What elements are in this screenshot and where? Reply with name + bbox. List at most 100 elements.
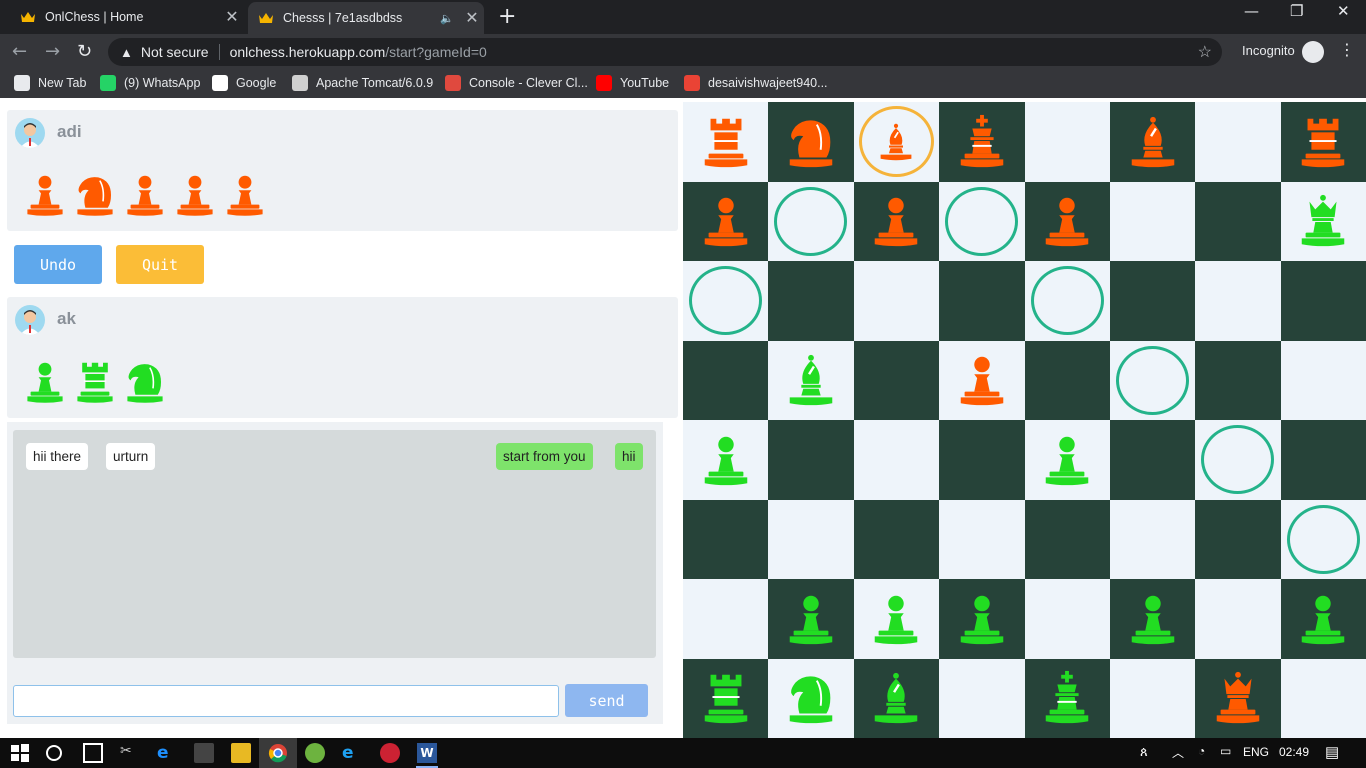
quit-button[interactable]: Quit [116, 245, 204, 284]
green-pawn-icon[interactable] [1038, 429, 1096, 491]
board-square[interactable] [1195, 261, 1281, 341]
green-bishop-icon[interactable] [867, 667, 925, 729]
board-square[interactable] [683, 261, 769, 341]
green-pawn-icon[interactable] [953, 588, 1011, 650]
board-square[interactable] [768, 102, 854, 182]
chevron-up-icon[interactable]: ︿ [1172, 744, 1184, 761]
green-bishop-icon[interactable] [782, 349, 840, 411]
close-tab-icon[interactable]: ✕ [220, 7, 244, 27]
undo-button[interactable]: Undo [14, 245, 102, 284]
move-hint-ring[interactable] [1286, 504, 1360, 574]
orange-king-icon[interactable] [953, 111, 1011, 173]
board-square[interactable] [683, 181, 769, 261]
board-square[interactable] [768, 181, 854, 261]
board-square[interactable] [683, 102, 769, 182]
orange-knight-icon[interactable] [782, 111, 840, 173]
board-square[interactable] [768, 261, 854, 341]
reload-icon[interactable]: ↻ [77, 41, 92, 62]
orange-pawn-icon[interactable] [1038, 190, 1096, 252]
edge-icon[interactable]: e [157, 743, 177, 763]
internet-explorer-icon[interactable]: e [342, 743, 362, 763]
board-square[interactable] [1280, 261, 1366, 341]
bookmark-newtab[interactable]: New Tab [14, 75, 86, 91]
orange-pawn-icon[interactable] [867, 190, 925, 252]
board-square[interactable] [1195, 420, 1281, 500]
board-square[interactable] [939, 420, 1025, 500]
board-square[interactable] [939, 181, 1025, 261]
board-square[interactable] [683, 499, 769, 579]
board-square[interactable] [683, 420, 769, 500]
board-square[interactable] [1280, 181, 1366, 261]
board-square[interactable] [939, 102, 1025, 182]
snipping-tool-icon[interactable]: ✂ [120, 743, 140, 763]
incognito-icon[interactable] [1302, 41, 1324, 63]
wifi-icon[interactable]: ◔ [1198, 744, 1205, 758]
bookmark-star-icon[interactable]: ☆ [1198, 42, 1212, 62]
spring-tool-icon[interactable] [305, 743, 325, 763]
board-square[interactable] [853, 658, 940, 738]
board-square[interactable] [939, 658, 1025, 738]
board-square[interactable] [853, 420, 940, 500]
move-hint-ring[interactable] [1201, 425, 1275, 494]
move-hint-ring[interactable] [689, 266, 762, 335]
orange-bishop-icon[interactable] [1124, 111, 1182, 173]
green-pawn-icon[interactable] [1294, 588, 1352, 650]
search-icon[interactable] [44, 743, 64, 763]
board-square[interactable] [683, 658, 769, 738]
board-square[interactable] [1110, 102, 1196, 182]
board-square[interactable] [1024, 499, 1110, 579]
speaker-icon[interactable]: 🔈 [440, 12, 454, 25]
board-square[interactable] [768, 499, 854, 579]
bookmark-tomcat[interactable]: Apache Tomcat/6.0.9 [292, 75, 433, 91]
board-square[interactable] [1280, 579, 1366, 659]
close-window-icon[interactable]: ✕ [1337, 2, 1350, 20]
chat-input[interactable] [13, 685, 559, 717]
board-square[interactable] [1195, 102, 1281, 182]
bookmark-youtube[interactable]: YouTube [596, 75, 669, 91]
forward-icon[interactable]: → [45, 41, 60, 62]
board-square[interactable] [1110, 579, 1196, 659]
restore-icon[interactable]: ❐ [1290, 2, 1303, 20]
board-square[interactable] [853, 499, 940, 579]
bookmark-google[interactable]: Google [212, 75, 276, 91]
board-square[interactable] [1280, 658, 1366, 738]
tab-chesss[interactable]: Chesss | 7e1asdbdss 🔈 ✕ [248, 2, 484, 34]
file-explorer-icon[interactable] [231, 743, 251, 763]
language-indicator[interactable]: ENG [1243, 745, 1269, 759]
board-square[interactable] [1110, 181, 1196, 261]
board-square[interactable] [1195, 340, 1281, 420]
move-hint-ring[interactable] [1030, 266, 1104, 335]
tab-onlchess-home[interactable]: OnlChess | Home ✕ [8, 0, 244, 34]
board-square[interactable] [1024, 579, 1110, 659]
address-bar[interactable]: ▲ Not secure onlchess.herokuapp.com /sta… [108, 38, 1222, 66]
menu-icon[interactable]: ⋮ [1339, 40, 1355, 59]
board-square[interactable] [1110, 658, 1196, 738]
board-square[interactable] [1024, 658, 1110, 738]
windows-start-icon[interactable] [10, 743, 30, 763]
green-rook-icon[interactable] [697, 667, 755, 729]
orange-rook-icon[interactable] [1294, 111, 1352, 173]
move-hint-ring[interactable] [1116, 345, 1189, 415]
green-knight-icon[interactable] [782, 667, 840, 729]
board-square[interactable] [683, 579, 769, 659]
board-square[interactable] [939, 340, 1025, 420]
board-square[interactable] [853, 261, 940, 341]
board-square[interactable] [853, 102, 940, 182]
board-square[interactable] [939, 499, 1025, 579]
board-square[interactable] [1110, 499, 1196, 579]
board-square[interactable] [768, 420, 854, 500]
board-square[interactable] [1024, 261, 1110, 341]
board-square[interactable] [1195, 579, 1281, 659]
board-square[interactable] [1195, 499, 1281, 579]
green-king-icon[interactable] [1038, 667, 1096, 729]
minimize-icon[interactable]: — [1244, 2, 1259, 20]
board-square[interactable] [1110, 261, 1196, 341]
orange-rook-icon[interactable] [697, 111, 755, 173]
board-square[interactable] [768, 658, 854, 738]
notification-icon[interactable]: ▤ [1325, 743, 1339, 761]
warning-icon[interactable]: ▲ [120, 45, 133, 60]
board-square[interactable] [683, 340, 769, 420]
close-tab-icon[interactable]: ✕ [460, 8, 484, 28]
chess-board[interactable] [683, 102, 1366, 738]
chrome-icon[interactable] [268, 743, 288, 763]
